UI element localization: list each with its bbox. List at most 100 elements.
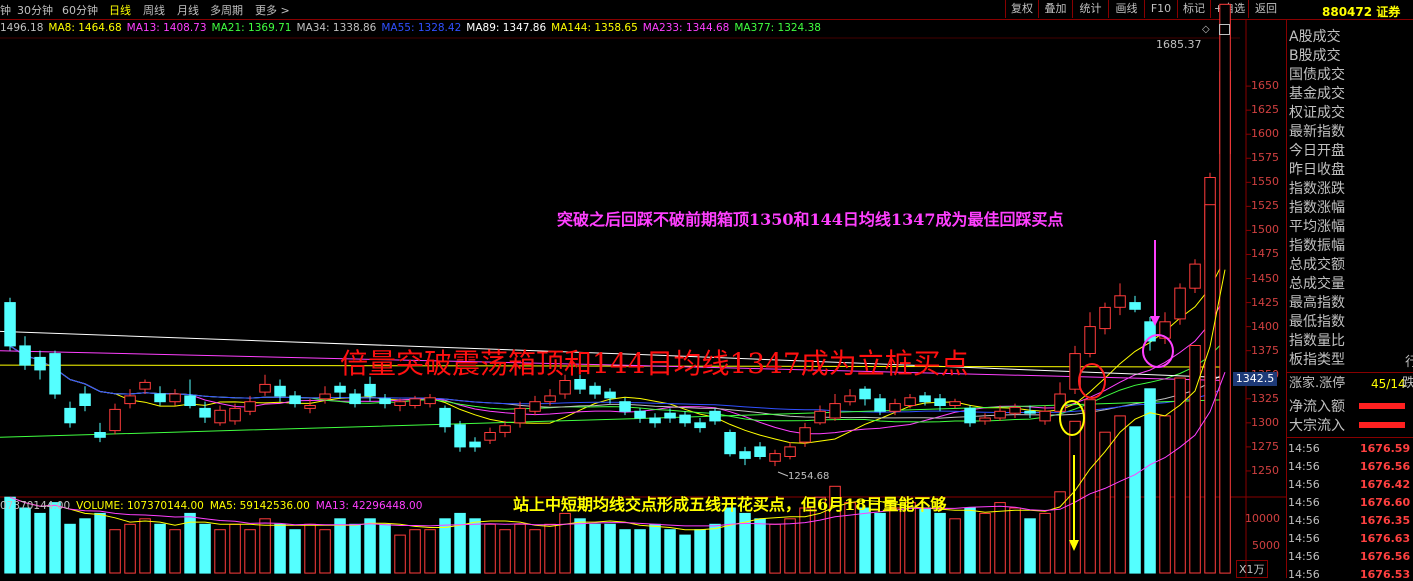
- candle-body: [334, 385, 346, 393]
- volume-bar: [454, 512, 466, 574]
- diamond-icon[interactable]: ◇: [1202, 24, 1210, 35]
- tick-price: 1676.60: [1360, 496, 1411, 509]
- volume-bar: [784, 518, 796, 574]
- divider: [1287, 437, 1413, 438]
- volume-bar: [274, 523, 286, 574]
- window-toggle-icon[interactable]: [1219, 24, 1230, 35]
- volume-bar: [859, 507, 871, 574]
- rise-fall-value: 45/14: [1371, 377, 1406, 391]
- candle-body: [814, 410, 826, 424]
- volume-bar: [364, 518, 376, 574]
- volume-bar: [934, 512, 946, 574]
- volume-legend-item: MA5: 59142536.00: [209, 500, 310, 512]
- price-tick-label: 1450: [1251, 271, 1279, 285]
- candle-body: [589, 385, 601, 395]
- volume-bar: [394, 534, 406, 574]
- volume-bar: [544, 523, 556, 574]
- volume-bar: [1114, 415, 1126, 574]
- volume-bar: [1159, 415, 1171, 574]
- volume-bar: [514, 523, 526, 574]
- volume-bar: [619, 529, 631, 574]
- info-item: 国债成交: [1289, 67, 1345, 83]
- candle-body: [1114, 295, 1126, 308]
- candle-body: [544, 395, 556, 403]
- volume-bar: [1024, 518, 1036, 574]
- volume-bar: [949, 518, 961, 574]
- candle-body: [394, 401, 406, 407]
- tick-time: 14:56: [1288, 568, 1320, 581]
- price-tick-label: 1550: [1251, 175, 1279, 189]
- candle-body: [409, 398, 421, 406]
- tick-time: 14:56: [1288, 496, 1320, 509]
- info-item: 指数量比: [1289, 333, 1345, 349]
- volume-bar: [19, 507, 31, 574]
- tick-time: 14:56: [1288, 460, 1320, 473]
- candle-body: [424, 397, 436, 405]
- volume-bar: [769, 523, 781, 574]
- candle-body: [664, 412, 676, 419]
- volume-bar: [1069, 420, 1081, 574]
- volume-bar: [1009, 507, 1021, 574]
- candle-body: [874, 398, 886, 412]
- tick-price: 1676.63: [1360, 532, 1411, 545]
- info-item: 最新指数: [1289, 124, 1345, 140]
- volume-bar: [469, 518, 481, 574]
- red-circle-marker: [1078, 363, 1106, 399]
- rise-fall-tail: 跌: [1402, 376, 1413, 391]
- volume-bar: [319, 529, 331, 574]
- candle-body: [1054, 393, 1066, 412]
- volume-bar: [979, 512, 991, 574]
- candle-body: [1129, 302, 1141, 310]
- current-price-tag: 1342.5: [1233, 372, 1277, 386]
- info-item: A股成交: [1289, 29, 1341, 45]
- volume-bar: [604, 523, 616, 574]
- volume-bar: [229, 523, 241, 574]
- volume-bar: [1129, 426, 1141, 574]
- volume-legend-item: VOLUME: 107370144.00: [76, 500, 204, 512]
- volume-bar: [379, 523, 391, 574]
- candle-body: [1174, 287, 1186, 320]
- volume-bar: [1099, 431, 1111, 574]
- volume-bar: [994, 502, 1006, 574]
- candle-body: [349, 393, 361, 405]
- candle-body: [439, 407, 451, 428]
- block-inflow-label: 大宗流入: [1289, 418, 1345, 434]
- tick-price: 1676.56: [1360, 550, 1411, 563]
- volume-bar: [64, 523, 76, 574]
- candle-body: [199, 407, 211, 418]
- candle-body: [904, 397, 916, 406]
- volume-bar: [409, 529, 421, 574]
- tick-price: 1676.35: [1360, 514, 1411, 527]
- volume-bar: [529, 529, 541, 574]
- price-tick-label: 1250: [1251, 463, 1279, 477]
- volume-bar: [799, 507, 811, 574]
- candle-body: [109, 408, 121, 432]
- volume-bar: [244, 529, 256, 574]
- candle-body: [124, 395, 136, 405]
- tick-price: 1676.59: [1360, 442, 1411, 455]
- volume-bar: [154, 523, 166, 574]
- volume-legend-item: MA13: 42296448.00: [315, 500, 423, 512]
- candle-body: [259, 383, 271, 393]
- volume-bar: [79, 518, 91, 574]
- volume-bar: [484, 523, 496, 574]
- tick-price: 1676.42: [1360, 478, 1411, 491]
- candle-body: [34, 356, 46, 371]
- price-tick-label: 1475: [1251, 247, 1279, 261]
- candle-body: [379, 398, 391, 405]
- volume-bar: [889, 507, 901, 574]
- candle-body: [274, 385, 286, 397]
- price-tick-label: 1500: [1251, 223, 1279, 237]
- info-item: 权证成交: [1289, 105, 1345, 121]
- price-tick-label: 1650: [1251, 79, 1279, 93]
- volume-bar: [694, 529, 706, 574]
- candle-body: [949, 401, 961, 407]
- info-item: 指数涨幅: [1289, 200, 1345, 216]
- candle-body: [769, 453, 781, 462]
- inflow-bar: [1359, 403, 1405, 409]
- info-item: 指数涨跌: [1289, 181, 1345, 197]
- info-tail-glyph: 行: [1405, 355, 1413, 370]
- tick-time: 14:56: [1288, 514, 1320, 527]
- volume-bar: [724, 507, 736, 574]
- annotation-five-lines: 站上中短期均线交点形成五线开花买点，但6月18日量能不够: [513, 495, 947, 514]
